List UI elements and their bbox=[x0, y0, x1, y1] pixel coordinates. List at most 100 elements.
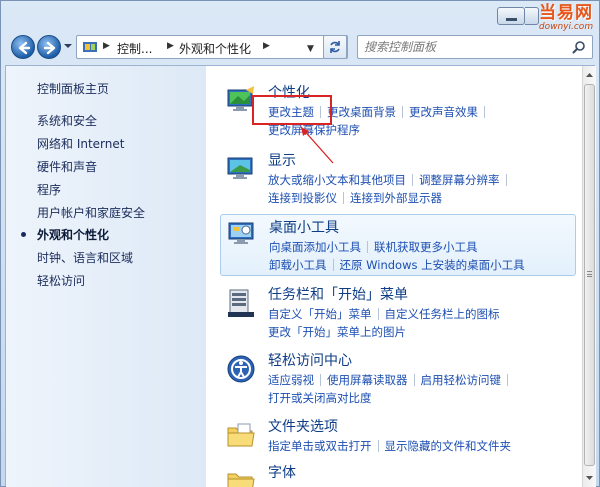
link-low-vision[interactable]: 适应弱视 bbox=[268, 373, 314, 387]
link-change-background[interactable]: 更改桌面背景 bbox=[327, 105, 396, 119]
link-single-double-click[interactable]: 指定单击或双击打开 bbox=[268, 439, 372, 453]
breadcrumb-control-panel[interactable]: 控制... bbox=[117, 40, 152, 57]
sidebar-item-appearance[interactable]: 外观和个性化 bbox=[37, 226, 109, 243]
link-row: 自定义「开始」菜单 自定义任务栏上的图标 bbox=[268, 306, 500, 322]
sidebar-item-user-accounts[interactable]: 用户帐户和家庭安全 bbox=[37, 204, 145, 221]
link-row: 卸载小工具 还原 Windows 上安装的桌面小工具 bbox=[269, 257, 525, 273]
sidebar-item-network[interactable]: 网络和 Internet bbox=[37, 135, 124, 152]
arrow-right-icon bbox=[43, 41, 56, 55]
link-separator bbox=[367, 241, 368, 253]
link-change-start-picture[interactable]: 更改「开始」菜单上的图片 bbox=[268, 325, 406, 339]
watermark-logo: 当易网 downyi.com bbox=[533, 4, 599, 34]
category-title-ease-of-access[interactable]: 轻松访问中心 bbox=[268, 350, 352, 370]
link-high-contrast[interactable]: 打开或关闭高对比度 bbox=[268, 391, 372, 405]
link-separator bbox=[377, 308, 379, 320]
link-separator bbox=[402, 106, 403, 118]
arrow-left-icon bbox=[18, 41, 31, 55]
minimize-icon bbox=[506, 18, 517, 21]
refresh-icon bbox=[330, 41, 340, 53]
link-screen-resolution[interactable]: 调整屏幕分辨率 bbox=[419, 173, 500, 187]
link-customize-taskbar-icons[interactable]: 自定义任务栏上的图标 bbox=[385, 307, 500, 321]
active-bullet-icon bbox=[21, 232, 26, 237]
category-title-fonts[interactable]: 字体 bbox=[268, 462, 296, 482]
category-title-display[interactable]: 显示 bbox=[268, 150, 296, 170]
link-add-gadgets[interactable]: 向桌面添加小工具 bbox=[269, 240, 361, 254]
category-ease-of-access: 轻松访问中心 适应弱视 使用屏幕读取器 启用轻松访问键 打开或关闭高对比度 bbox=[220, 350, 576, 410]
display-icon[interactable] bbox=[226, 154, 256, 184]
sidebar-item-programs[interactable]: 程序 bbox=[37, 181, 61, 198]
address-bar[interactable]: ▶ 控制... ▶ 外观和个性化 ▶ ▼ bbox=[76, 35, 348, 59]
folder-options-icon[interactable] bbox=[226, 420, 256, 450]
link-separator bbox=[332, 259, 334, 271]
title-bar: 当易网 downyi.com bbox=[1, 1, 600, 34]
link-row: 放大或缩小文本和其他项目 调整屏幕分辨率 bbox=[268, 172, 513, 188]
annotation-arrow-icon bbox=[300, 126, 334, 164]
link-separator bbox=[320, 374, 321, 386]
link-uninstall-gadget[interactable]: 卸载小工具 bbox=[269, 258, 327, 272]
control-panel-window: 当易网 downyi.com ▶ 控制... ▶ 外观和个性化 ▶ ▼ 搜索控制… bbox=[0, 0, 600, 487]
link-screen-reader[interactable]: 使用屏幕读取器 bbox=[327, 373, 408, 387]
annotation-highlight-box bbox=[252, 95, 332, 125]
link-separator bbox=[343, 192, 344, 204]
link-separator bbox=[505, 174, 507, 186]
search-icon[interactable] bbox=[572, 40, 586, 54]
scrollbar-thumb[interactable] bbox=[584, 84, 595, 466]
vertical-scrollbar[interactable] bbox=[582, 66, 596, 487]
recent-pages-dropdown-icon[interactable] bbox=[63, 41, 73, 51]
category-title-folder-options[interactable]: 文件夹选项 bbox=[268, 416, 338, 436]
category-title-taskbar[interactable]: 任务栏和「开始」菜单 bbox=[268, 284, 408, 304]
link-change-sound[interactable]: 更改声音效果 bbox=[409, 105, 478, 119]
breadcrumb-separator-icon[interactable]: ▶ bbox=[263, 41, 270, 51]
link-connect-external-display[interactable]: 连接到外部显示器 bbox=[350, 191, 442, 205]
category-fonts: 字体 bbox=[220, 462, 576, 487]
sidebar-item-control-panel-home[interactable]: 控制面板主页 bbox=[37, 80, 109, 97]
link-row: 更改「开始」菜单上的图片 bbox=[268, 324, 406, 340]
address-dropdown-icon[interactable]: ▼ bbox=[307, 44, 314, 54]
scroll-up-icon[interactable] bbox=[583, 68, 596, 82]
sidebar-item-ease-of-access[interactable]: 轻松访问 bbox=[37, 272, 85, 289]
link-row: 向桌面添加小工具 联机获取更多小工具 bbox=[269, 239, 478, 255]
search-box[interactable] bbox=[357, 35, 593, 59]
taskbar-icon[interactable] bbox=[226, 288, 256, 318]
link-row: 适应弱视 使用屏幕读取器 启用轻松访问键 bbox=[268, 372, 514, 388]
link-connect-projector[interactable]: 连接到投影仪 bbox=[268, 191, 337, 205]
link-text-size[interactable]: 放大或缩小文本和其他项目 bbox=[268, 173, 406, 187]
category-display: 显示 放大或缩小文本和其他项目 调整屏幕分辨率 连接到投影仪 连接到外部显示器 bbox=[220, 150, 576, 210]
link-customize-start-menu[interactable]: 自定义「开始」菜单 bbox=[268, 307, 372, 321]
category-gadgets: 桌面小工具 向桌面添加小工具 联机获取更多小工具 卸载小工具 还原 Windows … bbox=[220, 214, 576, 276]
sidebar: 控制面板主页 系统和安全 网络和 Internet 硬件和声音 程序 用户帐户和… bbox=[6, 66, 206, 487]
ease-of-access-icon[interactable] bbox=[226, 354, 256, 384]
link-show-hidden-files[interactable]: 显示隐藏的文件和文件夹 bbox=[385, 439, 512, 453]
refresh-button[interactable] bbox=[323, 35, 347, 59]
logo-text-cn: 当易网 bbox=[539, 3, 593, 23]
category-taskbar: 任务栏和「开始」菜单 自定义「开始」菜单 自定义任务栏上的图标 更改「开始」菜单上… bbox=[220, 284, 576, 344]
search-input[interactable] bbox=[364, 39, 564, 55]
link-row: 打开或关闭高对比度 bbox=[268, 390, 372, 406]
control-panel-icon bbox=[83, 42, 97, 52]
navigation-bar: ▶ 控制... ▶ 外观和个性化 ▶ ▼ bbox=[1, 31, 600, 65]
link-row: 连接到投影仪 连接到外部显示器 bbox=[268, 190, 442, 206]
link-ease-of-access-keys[interactable]: 启用轻松访问键 bbox=[421, 373, 502, 387]
link-separator bbox=[413, 374, 415, 386]
link-get-more-gadgets[interactable]: 联机获取更多小工具 bbox=[374, 240, 478, 254]
breadcrumb-appearance[interactable]: 外观和个性化 bbox=[179, 40, 251, 57]
scroll-down-icon[interactable] bbox=[583, 471, 596, 485]
link-separator bbox=[507, 374, 508, 386]
main-panel: 个性化 更改主题 更改桌面背景 更改声音效果 更改屏幕保护程序 显示 放大或缩小… bbox=[206, 66, 582, 487]
sidebar-item-clock-language[interactable]: 时钟、语言和区域 bbox=[37, 249, 133, 266]
link-separator bbox=[412, 174, 413, 186]
sidebar-item-hardware-sound[interactable]: 硬件和声音 bbox=[37, 158, 97, 175]
category-title-gadgets[interactable]: 桌面小工具 bbox=[269, 217, 339, 237]
back-button[interactable] bbox=[11, 35, 35, 59]
gadgets-icon[interactable] bbox=[227, 219, 257, 249]
forward-button[interactable] bbox=[37, 35, 61, 59]
minimize-button[interactable] bbox=[497, 7, 525, 25]
grip-icon bbox=[587, 271, 592, 277]
breadcrumb-separator-icon: ▶ bbox=[103, 41, 110, 51]
category-folder-options: 文件夹选项 指定单击或双击打开 显示隐藏的文件和文件夹 bbox=[220, 416, 576, 456]
sidebar-item-system-security[interactable]: 系统和安全 bbox=[37, 112, 97, 129]
fonts-icon[interactable] bbox=[226, 466, 256, 487]
link-restore-gadgets[interactable]: 还原 Windows 上安装的桌面小工具 bbox=[340, 258, 525, 272]
link-separator bbox=[484, 106, 485, 118]
breadcrumb-separator-icon[interactable]: ▶ bbox=[167, 41, 174, 51]
